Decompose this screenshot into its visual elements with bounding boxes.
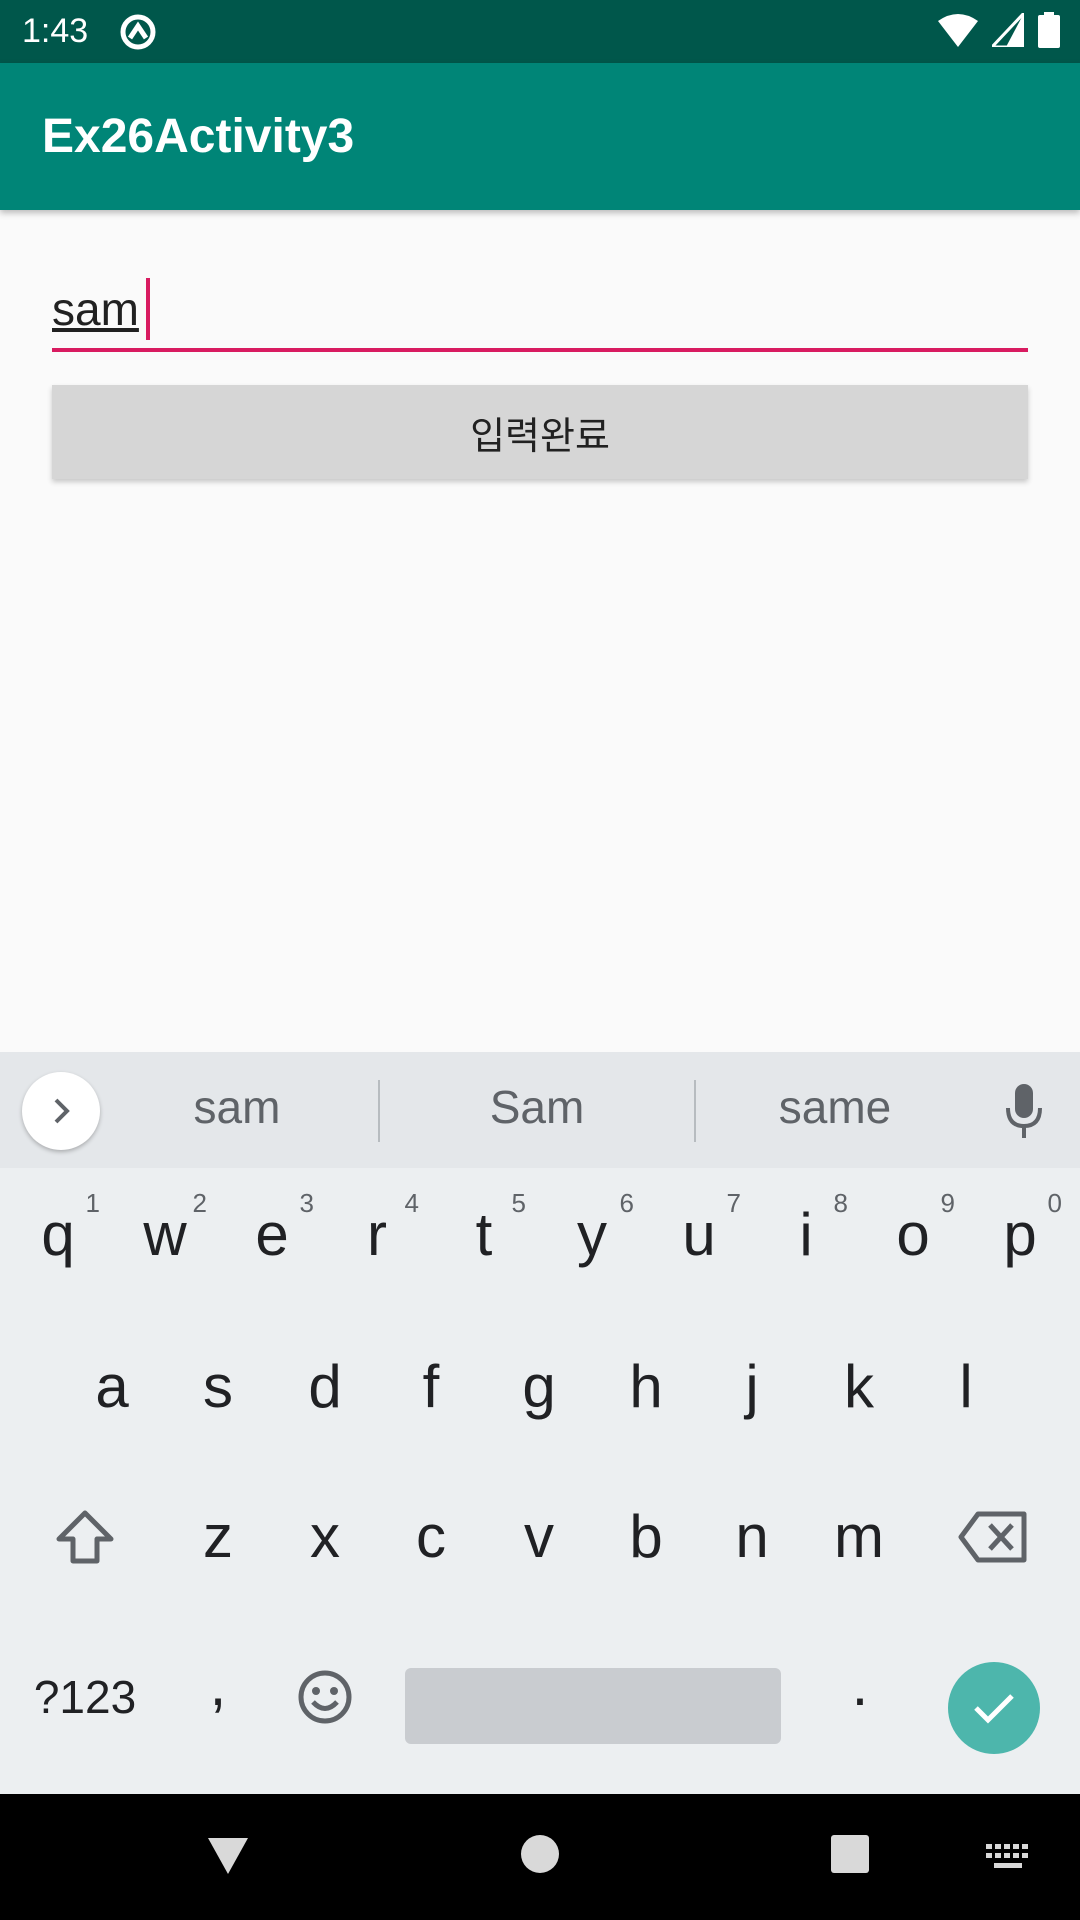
submit-button[interactable]: 입력완료 — [52, 385, 1028, 479]
backspace-icon — [958, 1511, 1027, 1563]
suggestion-1[interactable]: sam — [92, 1080, 382, 1134]
period-key[interactable]: . — [810, 1620, 910, 1750]
key-e[interactable]: e3 — [222, 1170, 322, 1300]
key-label: w — [143, 1201, 187, 1268]
key-s[interactable]: s — [168, 1322, 268, 1452]
key-label: p — [1003, 1201, 1037, 1268]
key-w[interactable]: w2 — [115, 1170, 215, 1300]
key-u[interactable]: u7 — [649, 1170, 749, 1300]
key-j[interactable]: j — [702, 1322, 802, 1452]
key-v[interactable]: v — [489, 1472, 589, 1602]
key-x[interactable]: x — [275, 1472, 375, 1602]
key-hint: 9 — [940, 1188, 955, 1218]
emoji-icon — [298, 1670, 352, 1724]
app-notification-icon — [120, 14, 156, 50]
suggestion-strip: sam Sam same — [0, 1052, 1080, 1168]
key-o[interactable]: o9 — [863, 1170, 963, 1300]
back-icon[interactable] — [206, 1834, 250, 1878]
key-r[interactable]: r4 — [327, 1170, 427, 1300]
key-q[interactable]: q1 — [8, 1170, 108, 1300]
key-hint: 5 — [511, 1188, 526, 1218]
app-bar: Ex26Activity3 — [0, 63, 1080, 210]
shift-key[interactable] — [35, 1472, 135, 1602]
key-label: u — [682, 1201, 716, 1268]
key-y[interactable]: y6 — [542, 1170, 642, 1300]
shift-icon — [56, 1510, 114, 1564]
key-h[interactable]: h — [596, 1322, 696, 1452]
navigation-bar — [0, 1794, 1080, 1920]
text-input-value: sam — [52, 283, 139, 335]
suggestion-3[interactable]: same — [690, 1080, 980, 1134]
key-hint: 3 — [299, 1188, 314, 1218]
suggestion-divider — [378, 1080, 380, 1142]
app-title: Ex26Activity3 — [42, 110, 355, 163]
key-label: o — [896, 1201, 930, 1268]
recents-icon[interactable] — [830, 1834, 870, 1874]
text-cursor — [146, 278, 150, 340]
battery-icon — [1038, 12, 1060, 48]
soft-keyboard: sam Sam same q1 w2 e3 r4 t5 y6 u7 i8 o9 … — [0, 1052, 1080, 1794]
key-d[interactable]: d — [275, 1322, 375, 1452]
emoji-key[interactable] — [275, 1632, 375, 1762]
keyboard-menu-button[interactable] — [22, 1072, 100, 1150]
suggestion-2[interactable]: Sam — [392, 1080, 682, 1134]
status-bar: 1:43 — [0, 0, 1080, 63]
status-icons — [938, 12, 1060, 48]
key-n[interactable]: n — [702, 1472, 802, 1602]
text-input[interactable]: sam — [52, 270, 1028, 352]
status-time: 1:43 — [22, 12, 89, 50]
key-label: i — [799, 1201, 813, 1268]
mic-icon[interactable] — [1004, 1084, 1044, 1138]
key-hint: 2 — [192, 1188, 207, 1218]
key-c[interactable]: c — [381, 1472, 481, 1602]
home-icon[interactable] — [520, 1834, 560, 1874]
key-hint: 1 — [85, 1188, 100, 1218]
key-l[interactable]: l — [916, 1322, 1016, 1452]
key-label: q — [41, 1201, 75, 1268]
symbols-key[interactable]: ?123 — [20, 1632, 150, 1762]
key-p[interactable]: p0 — [970, 1170, 1070, 1300]
wifi-icon — [938, 14, 978, 47]
key-label: r — [367, 1201, 387, 1268]
key-i[interactable]: i8 — [756, 1170, 856, 1300]
signal-icon — [992, 13, 1024, 47]
key-label: y — [577, 1201, 607, 1268]
key-a[interactable]: a — [62, 1322, 162, 1452]
key-b[interactable]: b — [596, 1472, 696, 1602]
backspace-key[interactable] — [943, 1472, 1043, 1602]
key-label: e — [255, 1201, 289, 1268]
key-hint: 0 — [1047, 1188, 1062, 1218]
checkmark-icon — [974, 1694, 1014, 1724]
space-key[interactable] — [405, 1668, 781, 1744]
key-hint: 4 — [404, 1188, 419, 1218]
key-z[interactable]: z — [168, 1472, 268, 1602]
key-g[interactable]: g — [489, 1322, 589, 1452]
key-label: t — [475, 1201, 493, 1268]
enter-key[interactable] — [948, 1662, 1040, 1754]
key-hint: 7 — [726, 1188, 741, 1218]
key-k[interactable]: k — [809, 1322, 909, 1452]
comma-key[interactable]: , — [168, 1620, 268, 1750]
chevron-right-icon — [54, 1098, 70, 1124]
key-t[interactable]: t5 — [434, 1170, 534, 1300]
key-f[interactable]: f — [381, 1322, 481, 1452]
key-hint: 8 — [833, 1188, 848, 1218]
key-m[interactable]: m — [809, 1472, 909, 1602]
key-hint: 6 — [619, 1188, 634, 1218]
keyboard-switch-icon[interactable] — [986, 1844, 1030, 1872]
